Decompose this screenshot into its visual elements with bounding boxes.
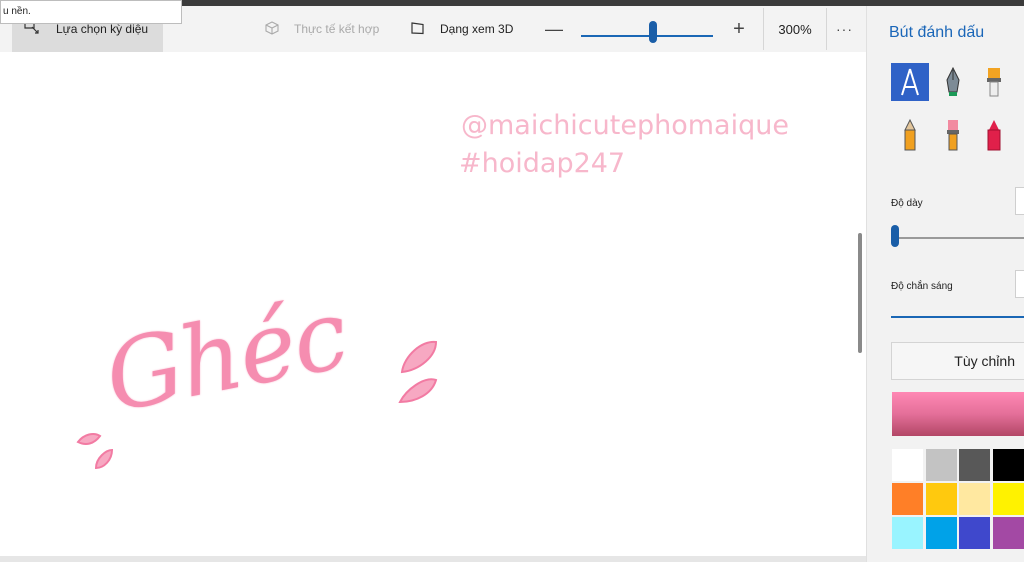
leaf-drops-left-icon — [76, 433, 114, 470]
calligraphy-pen-icon[interactable] — [891, 63, 929, 101]
panel-title: Bút đánh dấu — [889, 24, 985, 41]
leaf-drops-right-icon — [398, 340, 438, 404]
palette-swatch[interactable] — [991, 448, 1024, 482]
vertical-scrollbar[interactable] — [858, 233, 862, 353]
zoom-out-button[interactable]: — — [545, 6, 563, 52]
zoom-slider-thumb[interactable] — [649, 21, 657, 43]
canvas-handle-text: @maichicutephomaique — [461, 110, 789, 141]
tooltip: u nền. — [0, 0, 182, 24]
palette-swatch[interactable] — [924, 448, 958, 482]
mixed-reality-label: Thực tế kết hợp — [294, 22, 380, 36]
ink-pen-icon[interactable] — [934, 63, 972, 101]
pencil-icon[interactable] — [891, 116, 929, 154]
mixed-reality-button[interactable]: Thực tế kết hợp — [264, 6, 379, 52]
brush-panel: Bút đánh dấu Độ dày Độ chắn sáng Tùy chỉ… — [866, 6, 1024, 562]
customize-button-label: Tùy chỉnh — [954, 353, 1015, 369]
opacity-label: Độ chắn sáng — [891, 281, 953, 292]
palette-swatch[interactable] — [991, 482, 1024, 516]
palette-swatch[interactable] — [924, 516, 958, 550]
view-3d-button[interactable]: Dạng xem 3D — [410, 6, 513, 52]
palette-swatch[interactable] — [958, 516, 991, 550]
palette-swatch[interactable] — [958, 448, 991, 482]
crayon-icon[interactable] — [975, 116, 1013, 154]
palette-swatch[interactable] — [924, 482, 958, 516]
palette-swatch[interactable] — [958, 482, 991, 516]
zoom-in-button[interactable]: + — [730, 6, 748, 52]
view-3d-icon — [410, 21, 426, 38]
palette-swatch[interactable] — [991, 516, 1024, 550]
magic-select-label: Lựa chọn kỳ diệu — [56, 22, 149, 36]
current-color-swatch[interactable] — [892, 392, 1024, 436]
canvas-bottom-edge — [0, 556, 866, 562]
palette-swatch[interactable] — [891, 516, 924, 550]
palette-swatch[interactable] — [891, 448, 924, 482]
more-options-button[interactable]: ··· — [836, 6, 853, 52]
zoom-level-field[interactable]: 300% — [763, 8, 827, 50]
palette-swatch[interactable] — [891, 482, 924, 516]
thickness-slider-thumb[interactable] — [891, 225, 899, 247]
customize-button[interactable]: Tùy chỉnh — [891, 342, 1024, 380]
zoom-slider-track[interactable] — [581, 35, 713, 37]
canvas-hashtag-text: #hoidap247 — [459, 148, 626, 179]
opacity-slider-track[interactable] — [891, 316, 1024, 318]
mixed-reality-icon — [264, 20, 280, 38]
thickness-input[interactable] — [1015, 187, 1024, 215]
thickness-label: Độ dày — [891, 198, 923, 209]
view-3d-label: Dạng xem 3D — [440, 22, 514, 36]
opacity-input[interactable] — [1015, 270, 1024, 298]
watercolor-icon[interactable] — [934, 116, 972, 154]
thickness-slider-track[interactable] — [891, 237, 1024, 239]
oil-brush-icon[interactable] — [975, 63, 1013, 101]
